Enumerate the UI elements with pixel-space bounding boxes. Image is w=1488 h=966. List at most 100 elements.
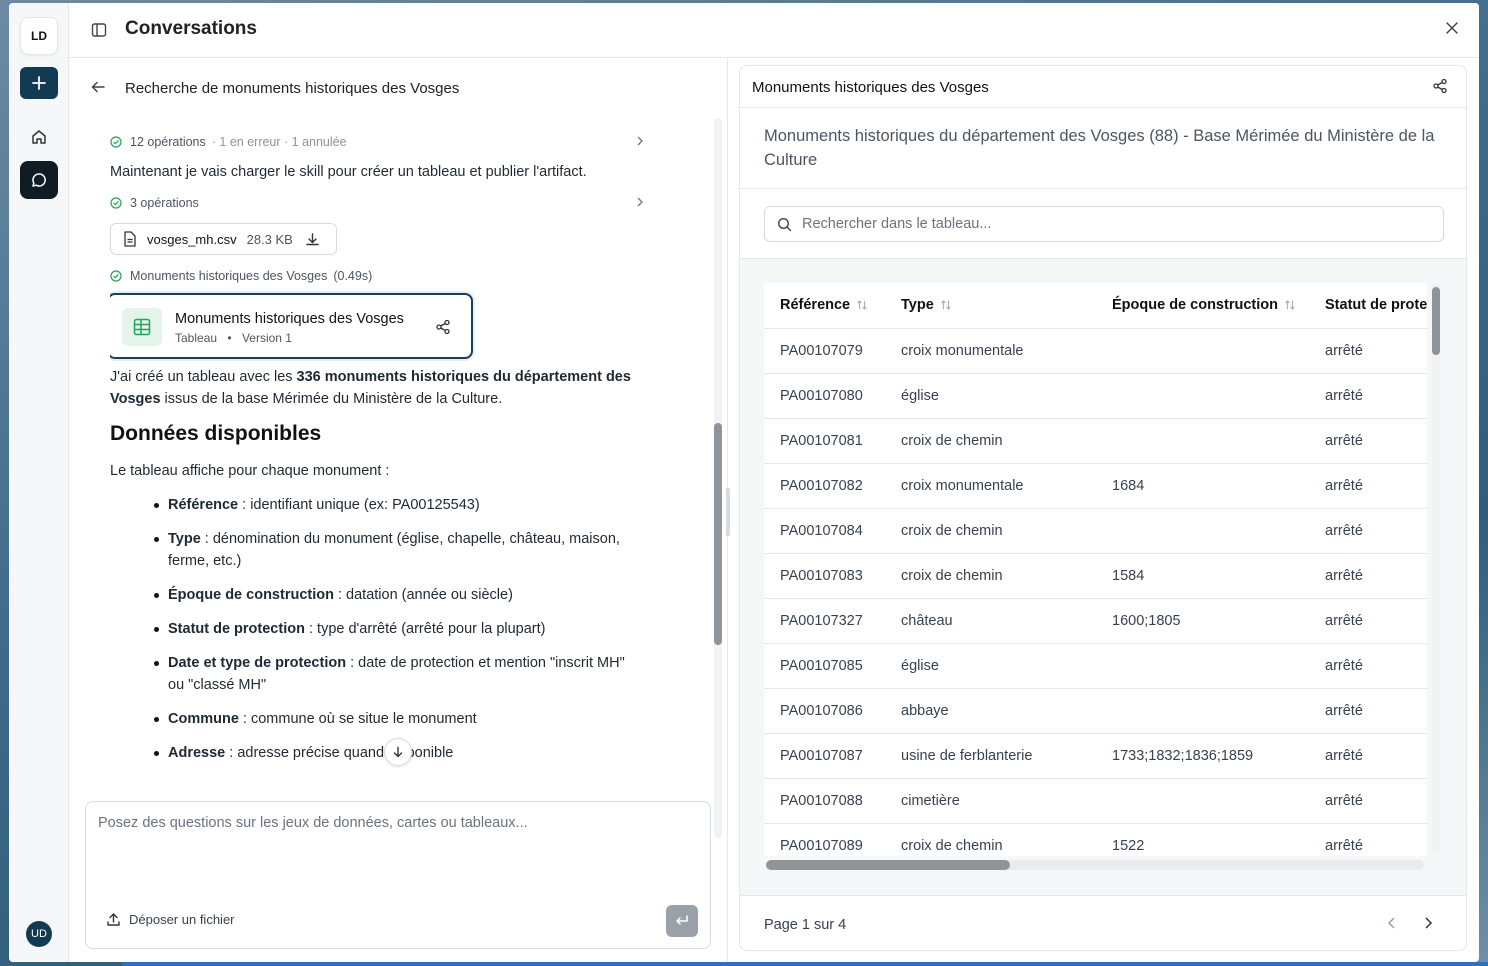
table-row[interactable]: PA00107082 croix monumentale 1684 arrêté (764, 463, 1427, 509)
table-cell: PA00107327 (764, 598, 885, 644)
table-cell (1096, 643, 1309, 689)
conversations-button[interactable] (20, 161, 58, 199)
table-cell: PA00107086 (764, 688, 885, 734)
data-table: Référence Type Époque de construction St… (764, 283, 1427, 856)
table-cell: croix de chemin (885, 418, 1096, 464)
back-arrow-icon[interactable] (91, 80, 105, 94)
table-cell: arrêté (1309, 463, 1427, 509)
table-cell: arrêté (1309, 823, 1427, 856)
list-item: Référence : identifiant unique (ex: PA00… (154, 494, 644, 516)
table-search[interactable]: Rechercher dans le tableau... (764, 206, 1444, 242)
table-row[interactable]: PA00107089 croix de chemin 1522 arrêté (764, 823, 1427, 856)
table-cell: arrêté (1309, 598, 1427, 644)
table-cell: arrêté (1309, 733, 1427, 779)
chat-composer[interactable]: Posez des questions sur les jeux de donn… (85, 801, 711, 949)
table-cell (1096, 508, 1309, 554)
close-icon[interactable] (1445, 21, 1459, 35)
table-row[interactable]: PA00107081 croix de chemin arrêté (764, 418, 1427, 464)
table-row[interactable]: PA00107080 église arrêté (764, 373, 1427, 419)
table-hscrollbar-thumb[interactable] (766, 860, 1010, 870)
table-cell: arrêté (1309, 508, 1427, 554)
artifact-version: Version 1 (241, 331, 292, 345)
chevron-left-icon[interactable] (1386, 916, 1398, 930)
artifact-card[interactable]: Monuments historiques des Vosges Tableau… (110, 293, 473, 359)
table-header-row: Référence Type Époque de construction St… (764, 283, 1427, 329)
sidebar-toggle-icon[interactable] (91, 22, 107, 38)
table-scrollbar-track[interactable] (1432, 283, 1440, 853)
table-cell: croix de chemin (885, 823, 1096, 856)
assistant-message: Maintenant je vais charger le skill pour… (110, 164, 587, 180)
table-cell: PA00107081 (764, 418, 885, 464)
artifact-panel: Monuments historiques des Vosges Monumen… (739, 65, 1467, 951)
share-icon[interactable] (1432, 78, 1448, 94)
home-button[interactable] (20, 118, 58, 156)
plus-icon (32, 76, 46, 90)
table-row[interactable]: PA00107327 château 1600;1805 arrêté (764, 598, 1427, 644)
table-cell: château (885, 598, 1096, 644)
table-cell: PA00107080 (764, 373, 885, 419)
new-conversation-button[interactable] (20, 67, 58, 99)
list-item: Date et type de protection : date de pro… (154, 652, 644, 696)
table-scrollbar-thumb[interactable] (1432, 287, 1440, 355)
conversation-header: Recherche de monuments historiques des V… (69, 58, 727, 118)
pane-resize-handle[interactable] (726, 488, 730, 536)
table-row[interactable]: PA00107083 croix de chemin 1584 arrêté (764, 553, 1427, 599)
document-icon (124, 231, 136, 247)
table-cell: PA00107083 (764, 553, 885, 599)
share-icon[interactable] (435, 319, 451, 335)
artifact-meta: Tableau • Version 1 (175, 331, 292, 345)
table-search-input[interactable]: Rechercher dans le tableau... (802, 216, 991, 232)
chevron-right-icon (637, 136, 643, 146)
table-cell: église (885, 643, 1096, 689)
table-row[interactable]: PA00107084 croix de chemin arrêté (764, 508, 1427, 554)
enter-icon (676, 915, 688, 925)
chevron-right-icon[interactable] (1422, 916, 1434, 930)
upload-file-button[interactable]: Déposer un fichier (106, 912, 235, 927)
table-cell: arrêté (1309, 373, 1427, 419)
table-row[interactable]: PA00107087 usine de ferblanterie 1733;1832… (764, 733, 1427, 779)
table-cell: arrêté (1309, 418, 1427, 464)
download-button[interactable] (305, 232, 320, 247)
page-indicator: Page 1 sur 4 (764, 917, 847, 933)
upload-icon (107, 913, 120, 926)
summary-paragraph: J'ai créé un tableau avec les 336 monume… (110, 366, 650, 410)
scroll-to-bottom-button[interactable] (384, 738, 412, 766)
table-cell: 1584 (1096, 553, 1309, 599)
table-cell (1096, 373, 1309, 419)
column-header-reference[interactable]: Référence (764, 283, 885, 329)
table-row[interactable]: PA00107085 église arrêté (764, 643, 1427, 689)
table-cell: arrêté (1309, 643, 1427, 689)
table-row[interactable]: PA00107088 cimetière arrêté (764, 778, 1427, 824)
table-row[interactable]: PA00107086 abbaye arrêté (764, 688, 1427, 734)
workspace-logo[interactable]: LD (20, 17, 58, 55)
operations-count: 12 opérations (130, 135, 206, 149)
conversation-scrollbar-thumb[interactable] (714, 423, 722, 645)
table-cell: 1684 (1096, 463, 1309, 509)
table-row[interactable]: PA00107079 croix monumentale arrêté (764, 328, 1427, 374)
file-attachment[interactable]: vosges_mh.csv 28.3 KB (110, 223, 337, 255)
send-button[interactable] (666, 905, 698, 937)
user-avatar[interactable]: UD (26, 921, 52, 947)
column-header-epoque[interactable]: Époque de construction (1096, 283, 1309, 329)
column-header-statut[interactable]: Statut de protection (1309, 283, 1427, 329)
check-circle-icon (110, 270, 122, 282)
sort-icon (857, 300, 868, 311)
table-cell: 1600;1805 (1096, 598, 1309, 644)
conversation-title: Recherche de monuments historiques des V… (125, 80, 460, 97)
table-area: Référence Type Époque de construction St… (740, 259, 1466, 895)
message-input[interactable]: Posez des questions sur les jeux de donn… (98, 815, 528, 831)
operations-summary-1[interactable]: 12 opérations · 1 en erreur · 1 annulée (110, 132, 645, 152)
table-cell: église (885, 373, 1096, 419)
operations-count: 3 opérations (130, 196, 199, 210)
column-header-type[interactable]: Type (885, 283, 1096, 329)
operations-summary-2[interactable]: 3 opérations (110, 193, 645, 213)
table-cell: 1733;1832;1836;1859 (1096, 733, 1309, 779)
list-item: Commune : commune où se situe le monumen… (154, 708, 644, 730)
artifact-meta-separator: • (227, 331, 232, 345)
artifact-operation[interactable]: Monuments historiques des Vosges (0.49s) (110, 266, 645, 286)
taskbar-strip (122, 962, 1488, 966)
artifact-panel-header: Monuments historiques des Vosges (740, 66, 1466, 108)
section-heading: Données disponibles (110, 422, 322, 445)
table-cell (1096, 328, 1309, 374)
table-cell (1096, 688, 1309, 734)
